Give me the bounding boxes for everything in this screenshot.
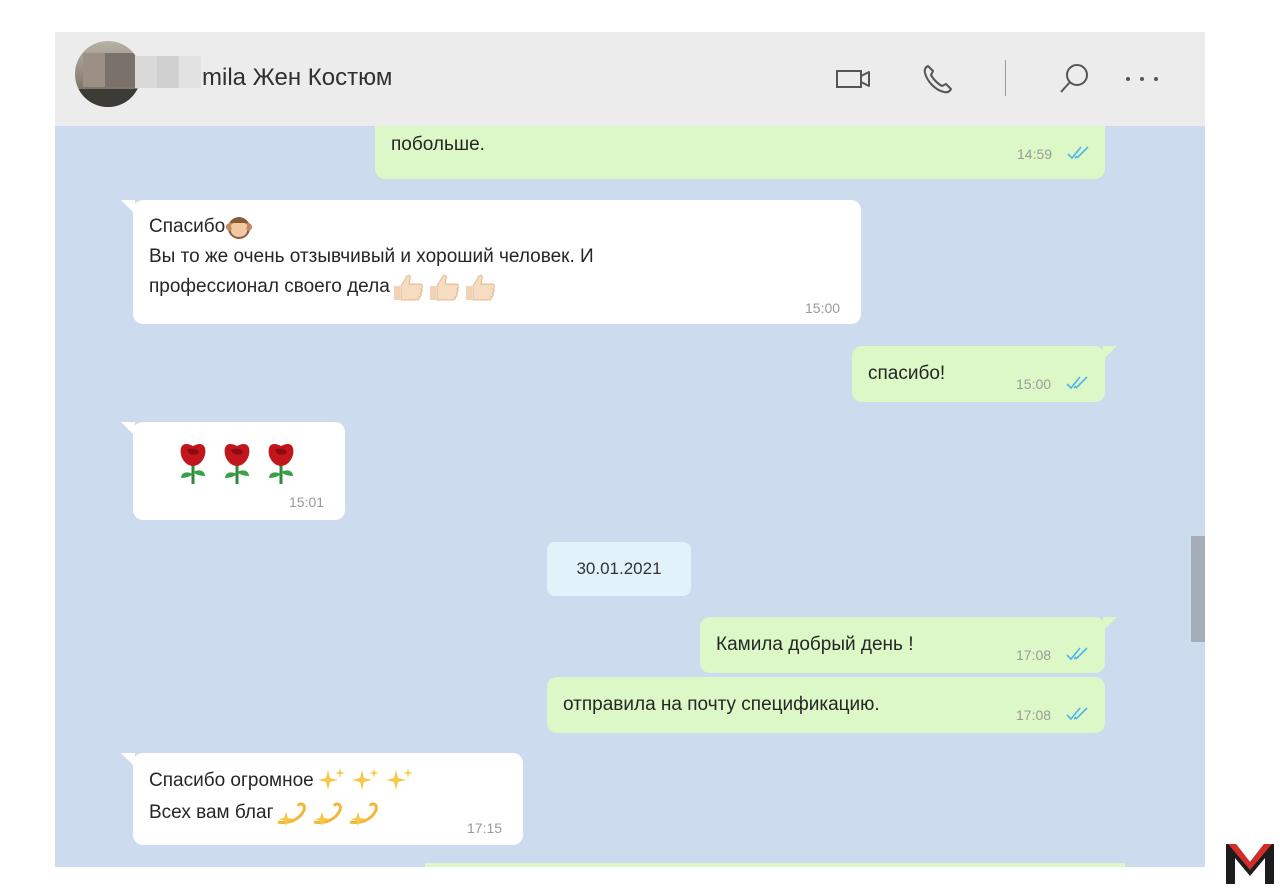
- message-time: 14:59: [1017, 146, 1053, 162]
- phone-icon: [923, 65, 952, 94]
- message-bubble-incoming[interactable]: Спасибо огромное Всех вам благ 17:15: [121, 753, 523, 845]
- message-line: Спасибо: [149, 216, 226, 237]
- video-call-button[interactable]: [835, 60, 873, 98]
- header-divider: [1005, 60, 1006, 96]
- scrollbar-thumb[interactable]: [1191, 536, 1205, 642]
- message-text: спасибо!: [868, 363, 946, 384]
- message-line: профессионал своего дела: [149, 276, 390, 298]
- read-receipt-icon: [1067, 146, 1089, 160]
- sparkles-icon: [385, 768, 413, 790]
- bubble-tail: [121, 422, 135, 436]
- message-text: отправила на почту спецификацию.: [563, 694, 880, 715]
- contact-avatar[interactable]: [75, 41, 141, 107]
- video-icon: [836, 70, 870, 88]
- message-time: 15:01: [289, 494, 325, 510]
- message-text: Камила добрый день !: [716, 634, 914, 655]
- see-no-evil-monkey-icon: [226, 216, 253, 239]
- message-line: Вы то же очень отзывчивый и хороший чело…: [149, 246, 594, 267]
- read-receipt-icon: [1066, 647, 1088, 661]
- read-receipt-icon: [1066, 376, 1088, 390]
- message-time: 17:08: [1016, 707, 1052, 723]
- dizzy-icon: [313, 802, 342, 826]
- dizzy-icon: [349, 802, 378, 826]
- message-text: Спасибо огромное: [149, 766, 416, 796]
- avatar-blur: [105, 53, 135, 87]
- sparkles-icon: [317, 768, 345, 790]
- message-time: 15:00: [1016, 376, 1052, 392]
- sparkles-icon: [351, 768, 379, 790]
- search-icon: [1060, 64, 1088, 93]
- thumbs-up-icon: [465, 274, 495, 301]
- chat-header: mila Жен Костюм: [55, 32, 1205, 126]
- message-time: 17:08: [1016, 647, 1052, 663]
- rose-icon: [180, 444, 206, 484]
- message-line: Всех вам благ: [149, 802, 274, 824]
- message-bubble-incoming[interactable]: Спасибо Вы то же очень отзывчивый и хоро…: [121, 200, 861, 324]
- search-button[interactable]: [1055, 60, 1093, 98]
- message-line: Спасибо огромное: [149, 770, 314, 792]
- name-redaction: [135, 56, 201, 88]
- dizzy-icon: [277, 802, 306, 826]
- voice-call-button[interactable]: [919, 60, 957, 98]
- bubble-tail: [121, 753, 135, 767]
- more-options-button[interactable]: [1123, 60, 1161, 98]
- rose-icon: [268, 444, 294, 484]
- m-logo-icon: [1226, 844, 1274, 884]
- message-text: Всех вам благ: [149, 798, 382, 828]
- bubble-tail: [1103, 617, 1117, 631]
- message-bubble-outgoing[interactable]: отправила на почту спецификацию. 17:08: [547, 677, 1105, 733]
- message-bubble-outgoing[interactable]: Камила добрый день ! 17:08: [700, 617, 1117, 673]
- message-text: побольше.: [391, 134, 485, 155]
- avatar-base: [75, 89, 141, 107]
- thumbs-up-icon: [429, 274, 459, 301]
- bubble-tail: [121, 200, 135, 214]
- date-separator: 30.01.2021: [547, 542, 691, 596]
- message-time: 17:15: [467, 820, 503, 836]
- message-bubble-incoming[interactable]: 15:01: [121, 422, 345, 520]
- message-bubble-outgoing[interactable]: спасибо! 15:00: [852, 346, 1117, 402]
- bubble-tail: [1103, 346, 1117, 360]
- message-bubble-outgoing[interactable]: [425, 863, 1125, 867]
- thumbs-up-icon: [393, 274, 423, 301]
- chat-window: mila Жен Костюм побольше. 14:59 Спасибо …: [55, 32, 1205, 867]
- contact-name[interactable]: mila Жен Костюм: [202, 64, 392, 92]
- message-bubble-outgoing[interactable]: побольше. 14:59: [375, 126, 1105, 179]
- emoji-row: [173, 440, 301, 486]
- more-icon: [1126, 77, 1158, 81]
- message-list[interactable]: побольше. 14:59 Спасибо Вы то же очень о…: [55, 126, 1205, 867]
- rose-icon: [224, 444, 250, 484]
- read-receipt-icon: [1066, 707, 1088, 721]
- message-time: 15:00: [805, 300, 841, 316]
- message-text: профессионал своего дела: [149, 272, 498, 302]
- message-text: Спасибо: [149, 212, 253, 242]
